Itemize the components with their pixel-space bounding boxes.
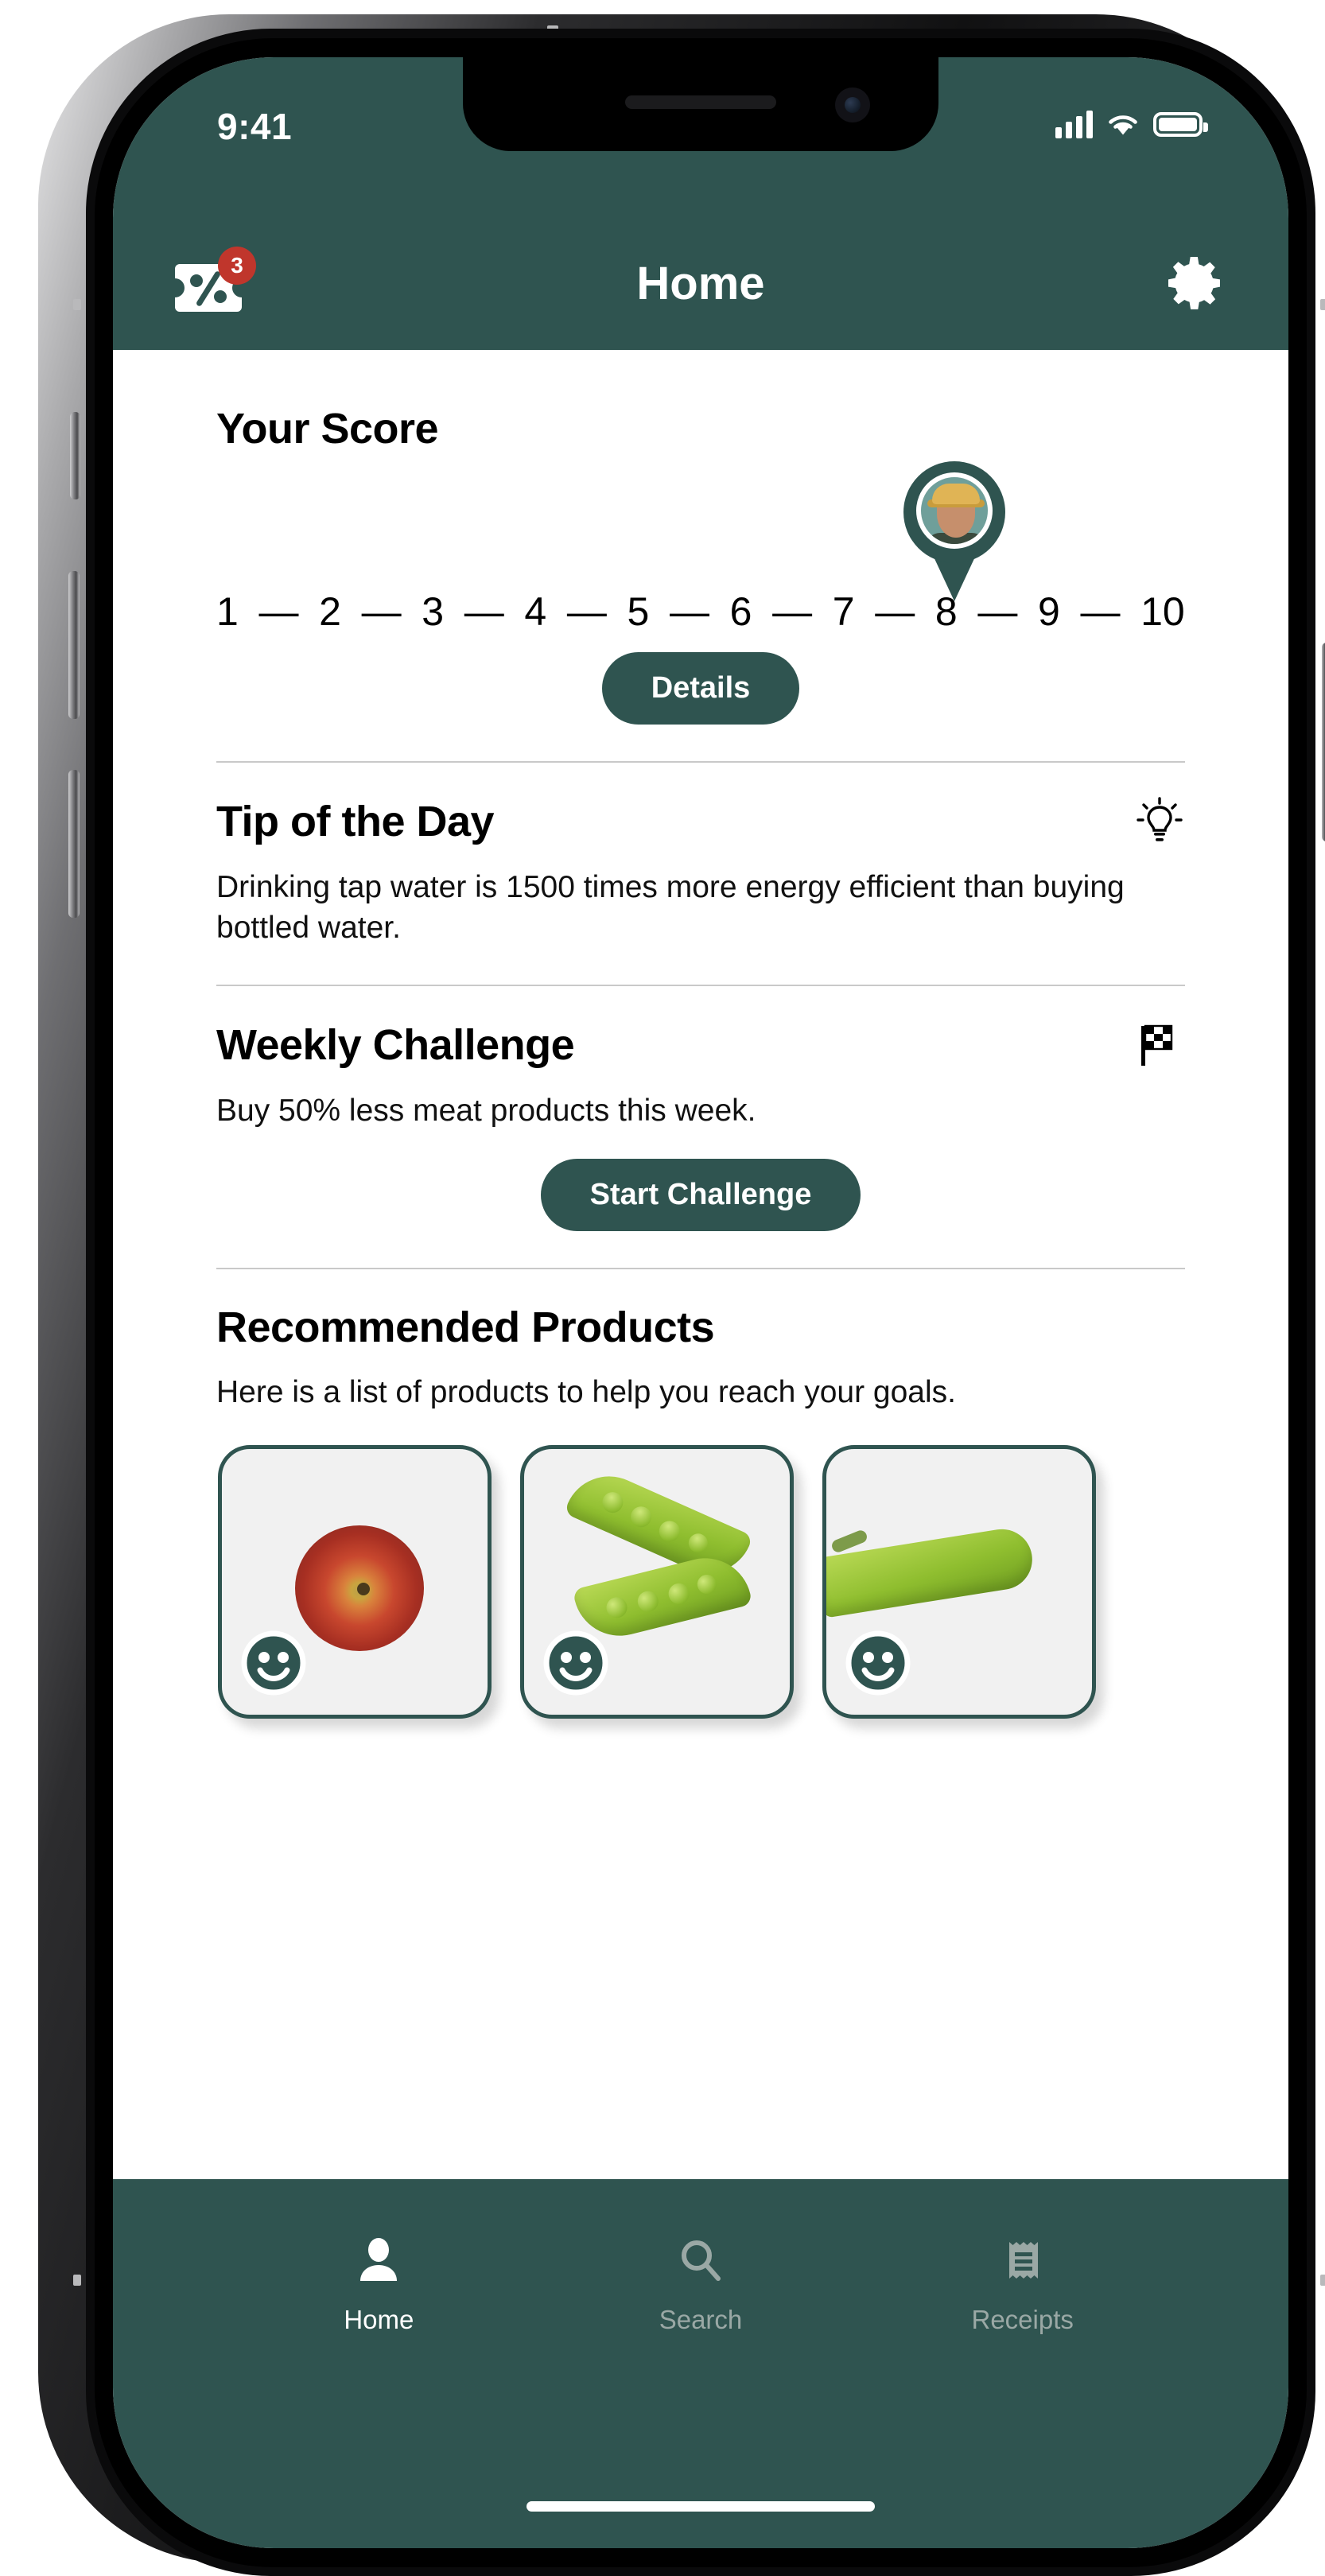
product-card[interactable] <box>520 1444 794 1719</box>
start-challenge-row: Start Challenge <box>216 1159 1185 1232</box>
scale-number: 4 <box>524 589 547 634</box>
search-icon <box>540 2230 862 2290</box>
tab-home[interactable]: Home <box>218 2230 540 2335</box>
scale-number: 9 <box>1038 589 1060 634</box>
scale-number: 6 <box>729 589 752 634</box>
front-camera <box>835 87 870 122</box>
volume-down-button[interactable] <box>68 770 80 918</box>
page-title: Home <box>636 257 765 309</box>
checkered-flag-icon <box>1141 1025 1173 1067</box>
smiley-face-icon <box>845 1630 911 1696</box>
scale-separator: — <box>875 589 915 634</box>
scale-number: 2 <box>319 589 341 634</box>
wifi-icon <box>1109 115 1137 135</box>
bottom-tab-bar: Home Search Receipts <box>113 2179 1288 2548</box>
recommended-products-section: Recommended Products Here is a list of p… <box>216 1269 1185 1719</box>
battery-icon <box>1153 111 1208 137</box>
settings-button[interactable] <box>1161 250 1228 317</box>
scale-number: 10 <box>1140 589 1185 634</box>
person-icon <box>218 2230 540 2290</box>
score-scale: 1 — 2 — 3 — 4 — 5 — 6 — 7 — 8 — 9 — 10 <box>216 461 1185 652</box>
products-heading: Recommended Products <box>216 1304 715 1352</box>
weekly-challenge-section: Weekly Challenge Buy 50% less meat produ… <box>216 986 1185 1270</box>
smiley-face-icon <box>241 1630 306 1696</box>
challenge-heading: Weekly Challenge <box>216 1021 575 1070</box>
scale-separator: — <box>566 589 607 634</box>
scale-separator: — <box>669 589 709 634</box>
app-bar: 9:41 3 Home <box>113 57 1288 350</box>
status-bar-indicators <box>1055 110 1208 138</box>
scale-number: 1 <box>216 589 239 634</box>
details-button-row: Details <box>216 652 1185 725</box>
product-carousel[interactable] <box>216 1444 1185 1719</box>
scale-number: 8 <box>934 589 958 634</box>
scale-separator: — <box>361 589 402 634</box>
challenge-text: Buy 50% less meat products this week. <box>216 1094 756 1129</box>
avatar <box>916 472 993 549</box>
scale-separator: — <box>772 589 813 634</box>
product-card[interactable] <box>218 1444 492 1719</box>
tab-search-label: Search <box>659 2305 743 2334</box>
earpiece-speaker <box>625 95 776 109</box>
phone-frame: 9:41 3 Home Your Score 1 — 2 — 3 — 4 — 5… <box>38 14 1325 2576</box>
device-notch <box>463 57 938 151</box>
tab-home-label: Home <box>344 2305 414 2334</box>
score-scale-numbers: 1 — 2 — 3 — 4 — 5 — 6 — 7 — 8 — 9 — 10 <box>216 589 1185 635</box>
frame-antenna-mark <box>73 2275 81 2286</box>
phone-screen: 9:41 3 Home Your Score 1 — 2 — 3 — 4 — 5… <box>113 57 1288 2548</box>
avatar-cap <box>932 484 980 504</box>
home-indicator[interactable] <box>527 2501 875 2512</box>
status-bar-time: 9:41 <box>217 106 293 147</box>
score-heading: Your Score <box>216 405 439 453</box>
signal-bars-icon <box>1055 110 1093 138</box>
tip-heading: Tip of the Day <box>216 798 495 845</box>
products-description: Here is a list of products to help you r… <box>216 1375 956 1410</box>
score-section: Your Score 1 — 2 — 3 — 4 — 5 — 6 — 7 — 8… <box>216 350 1185 763</box>
scale-separator: — <box>258 589 299 634</box>
main-content: Your Score 1 — 2 — 3 — 4 — 5 — 6 — 7 — 8… <box>113 350 1288 2179</box>
lightbulb-icon <box>1137 797 1183 841</box>
receipt-icon <box>861 2230 1183 2290</box>
volume-up-button[interactable] <box>68 571 80 719</box>
start-challenge-button[interactable]: Start Challenge <box>540 1159 861 1232</box>
scale-number: 5 <box>627 589 650 634</box>
scale-separator: — <box>1080 589 1121 634</box>
scale-number: 7 <box>832 589 855 634</box>
product-card[interactable] <box>822 1444 1096 1719</box>
map-pin-avatar-icon <box>903 461 1005 601</box>
frame-antenna-mark <box>1320 299 1325 310</box>
mute-switch-button[interactable] <box>70 412 80 499</box>
frame-antenna-mark <box>73 299 81 310</box>
tip-text: Drinking tap water is 1500 times more en… <box>216 870 1125 945</box>
notification-badge: 3 <box>218 247 256 285</box>
challenge-header: Weekly Challenge <box>216 1020 1185 1070</box>
tip-header: Tip of the Day <box>216 796 1185 847</box>
tab-receipts[interactable]: Receipts <box>861 2230 1183 2335</box>
power-button[interactable] <box>1322 643 1325 841</box>
details-button[interactable]: Details <box>601 652 800 725</box>
scale-separator: — <box>464 589 504 634</box>
scale-number: 3 <box>422 589 445 634</box>
screenshot-stage: 9:41 3 Home Your Score 1 — 2 — 3 — 4 — 5… <box>0 0 1325 2576</box>
navigation-bar: 3 Home <box>113 216 1288 350</box>
tab-search[interactable]: Search <box>540 2230 862 2335</box>
frame-antenna-mark <box>1320 2275 1325 2286</box>
apple-shape <box>295 1525 424 1651</box>
tab-receipts-label: Receipts <box>971 2305 1074 2334</box>
scale-separator: — <box>977 589 1018 634</box>
gear-icon <box>1168 257 1220 309</box>
smiley-face-icon <box>543 1630 608 1696</box>
tip-of-the-day-section: Tip of the Day Drinking tap water is 150… <box>216 763 1185 987</box>
